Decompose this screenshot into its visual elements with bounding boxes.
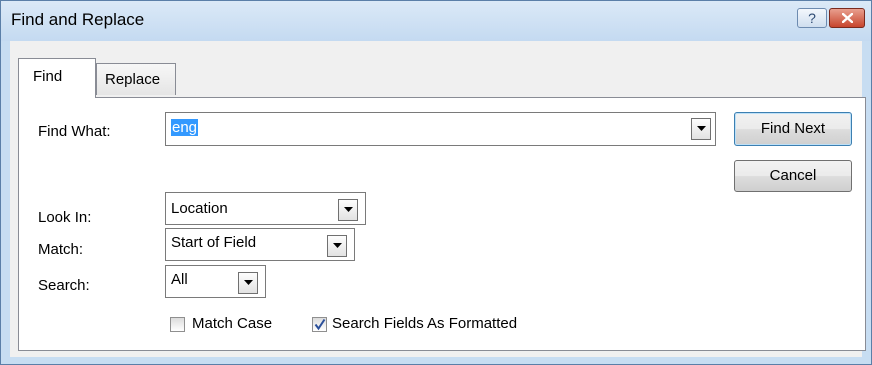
tab-find-label: Find bbox=[33, 68, 63, 85]
look-in-value: Location bbox=[171, 200, 228, 217]
close-x-icon bbox=[842, 13, 853, 23]
chevron-down-icon bbox=[697, 126, 706, 131]
match-case-checkbox[interactable] bbox=[170, 317, 185, 332]
chevron-down-icon bbox=[333, 243, 342, 248]
close-button[interactable] bbox=[829, 8, 865, 28]
search-dropdown-button[interactable] bbox=[238, 272, 258, 294]
find-what-value: eng bbox=[171, 119, 199, 136]
find-what-dropdown-button[interactable] bbox=[691, 118, 711, 140]
tab-find[interactable]: Find bbox=[18, 58, 96, 98]
find-replace-dialog: Find and Replace ? Find Replace Find Wha… bbox=[0, 0, 872, 365]
checkmark-icon bbox=[314, 318, 326, 331]
search-formatted-label: Search Fields As Formatted bbox=[332, 315, 518, 332]
chevron-down-icon bbox=[344, 207, 353, 212]
find-tab-panel: Find What: eng Find Next Cancel Look In:… bbox=[18, 97, 866, 351]
match-dropdown-button[interactable] bbox=[327, 235, 347, 257]
search-value: All bbox=[171, 271, 188, 288]
find-next-button[interactable]: Find Next bbox=[734, 112, 852, 146]
look-in-label: Look In: bbox=[38, 209, 92, 226]
window-title: Find and Replace bbox=[11, 10, 145, 29]
search-label: Search: bbox=[38, 277, 90, 294]
find-what-label: Find What: bbox=[38, 123, 111, 140]
cancel-label: Cancel bbox=[769, 167, 817, 184]
search-formatted-checkbox[interactable] bbox=[312, 317, 327, 332]
help-button[interactable]: ? bbox=[797, 8, 827, 28]
match-case-label: Match Case bbox=[192, 315, 273, 332]
match-combo[interactable]: Start of Field bbox=[165, 228, 355, 261]
question-mark-icon: ? bbox=[808, 10, 816, 26]
tab-replace[interactable]: Replace bbox=[96, 63, 176, 95]
chevron-down-icon bbox=[244, 280, 253, 285]
dialog-body: Find Replace Find What: eng Find Next Ca… bbox=[10, 41, 866, 357]
tab-replace-label: Replace bbox=[105, 71, 161, 88]
find-what-combo[interactable]: eng bbox=[165, 112, 716, 146]
cancel-button[interactable]: Cancel bbox=[734, 160, 852, 192]
find-what-input[interactable]: eng bbox=[171, 119, 199, 136]
match-label: Match: bbox=[38, 241, 84, 258]
search-combo[interactable]: All bbox=[165, 265, 266, 298]
window-bottom-border bbox=[1, 357, 871, 364]
look-in-dropdown-button[interactable] bbox=[338, 199, 358, 221]
find-next-label: Find Next bbox=[760, 120, 826, 137]
match-value: Start of Field bbox=[171, 234, 257, 251]
look-in-combo[interactable]: Location bbox=[165, 192, 366, 225]
title-bar[interactable]: Find and Replace ? bbox=[1, 1, 871, 41]
